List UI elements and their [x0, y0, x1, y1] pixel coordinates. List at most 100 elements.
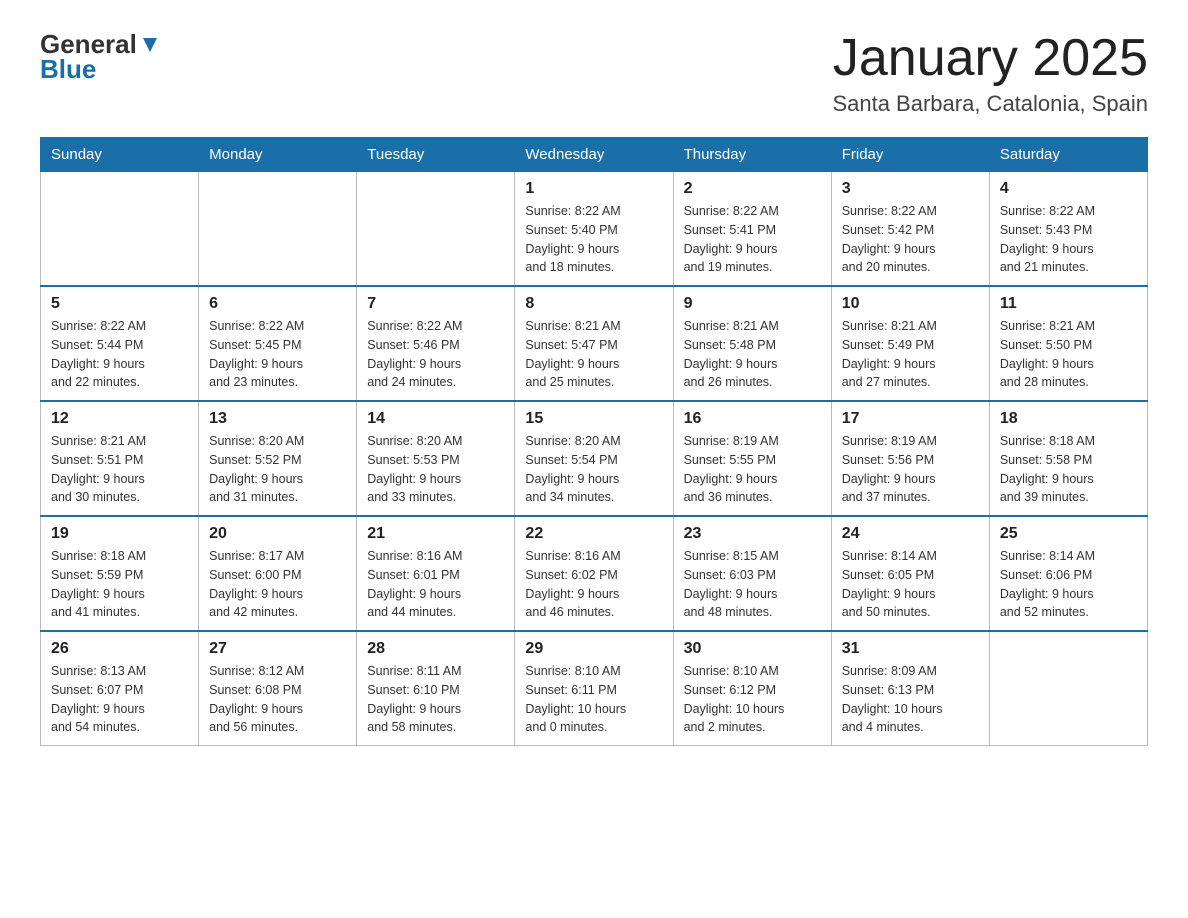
calendar-week-row: 1 Sunrise: 8:22 AM Sunset: 5:40 PM Daylig…: [41, 172, 1148, 287]
day-number: 14: [367, 410, 504, 428]
day-number: 9: [684, 295, 821, 313]
day-info: Sunrise: 8:09 AM Sunset: 6:13 PM Dayligh…: [842, 662, 979, 737]
day-info: Sunrise: 8:22 AM Sunset: 5:46 PM Dayligh…: [367, 317, 504, 392]
calendar-cell: 22 Sunrise: 8:16 AM Sunset: 6:02 PM Dayli…: [515, 516, 673, 631]
calendar-header-saturday: Saturday: [989, 138, 1147, 172]
page-header: General Blue January 2025 Santa Barbara,…: [40, 30, 1148, 117]
day-info: Sunrise: 8:19 AM Sunset: 5:56 PM Dayligh…: [842, 432, 979, 507]
day-number: 4: [1000, 180, 1137, 198]
calendar-cell: 4 Sunrise: 8:22 AM Sunset: 5:43 PM Daylig…: [989, 172, 1147, 287]
calendar-week-row: 5Sunrise: 8:22 AM Sunset: 5:44 PM Daylig…: [41, 286, 1148, 401]
calendar-cell: 20 Sunrise: 8:17 AM Sunset: 6:00 PM Dayli…: [199, 516, 357, 631]
calendar-cell: 9 Sunrise: 8:21 AM Sunset: 5:48 PM Daylig…: [673, 286, 831, 401]
month-title: January 2025: [832, 30, 1148, 87]
day-info: Sunrise: 8:22 AM Sunset: 5:43 PM Dayligh…: [1000, 202, 1137, 277]
calendar-cell: [357, 172, 515, 287]
location-title: Santa Barbara, Catalonia, Spain: [832, 91, 1148, 117]
day-info: Sunrise: 8:21 AM Sunset: 5:51 PM Dayligh…: [51, 432, 188, 507]
day-number: 7: [367, 295, 504, 313]
day-info: Sunrise: 8:21 AM Sunset: 5:47 PM Dayligh…: [525, 317, 662, 392]
calendar-header-row: SundayMondayTuesdayWednesdayThursdayFrid…: [41, 138, 1148, 172]
day-info: Sunrise: 8:18 AM Sunset: 5:59 PM Dayligh…: [51, 547, 188, 622]
calendar-cell: 15 Sunrise: 8:20 AM Sunset: 5:54 PM Dayli…: [515, 401, 673, 516]
day-number: 13: [209, 410, 346, 428]
day-info: Sunrise: 8:22 AM Sunset: 5:45 PM Dayligh…: [209, 317, 346, 392]
calendar-header-monday: Monday: [199, 138, 357, 172]
calendar-cell: 6 Sunrise: 8:22 AM Sunset: 5:45 PM Daylig…: [199, 286, 357, 401]
day-info: Sunrise: 8:11 AM Sunset: 6:10 PM Dayligh…: [367, 662, 504, 737]
day-info: Sunrise: 8:20 AM Sunset: 5:52 PM Dayligh…: [209, 432, 346, 507]
day-number: 21: [367, 525, 504, 543]
calendar-cell: 30 Sunrise: 8:10 AM Sunset: 6:12 PM Dayli…: [673, 631, 831, 746]
day-info: Sunrise: 8:14 AM Sunset: 6:05 PM Dayligh…: [842, 547, 979, 622]
day-info: Sunrise: 8:22 AM Sunset: 5:41 PM Dayligh…: [684, 202, 821, 277]
day-info: Sunrise: 8:10 AM Sunset: 6:11 PM Dayligh…: [525, 662, 662, 737]
day-number: 23: [684, 525, 821, 543]
calendar-cell: 1 Sunrise: 8:22 AM Sunset: 5:40 PM Daylig…: [515, 172, 673, 287]
calendar-header-sunday: Sunday: [41, 138, 199, 172]
calendar-cell: 11 Sunrise: 8:21 AM Sunset: 5:50 PM Dayli…: [989, 286, 1147, 401]
calendar-cell: 23 Sunrise: 8:15 AM Sunset: 6:03 PM Dayli…: [673, 516, 831, 631]
calendar-cell: 5Sunrise: 8:22 AM Sunset: 5:44 PM Daylig…: [41, 286, 199, 401]
day-info: Sunrise: 8:13 AM Sunset: 6:07 PM Dayligh…: [51, 662, 188, 737]
day-number: 27: [209, 640, 346, 658]
calendar-cell: 27 Sunrise: 8:12 AM Sunset: 6:08 PM Dayli…: [199, 631, 357, 746]
day-number: 2: [684, 180, 821, 198]
calendar-cell: 25Sunrise: 8:14 AM Sunset: 6:06 PM Dayli…: [989, 516, 1147, 631]
calendar-cell: 10Sunrise: 8:21 AM Sunset: 5:49 PM Dayli…: [831, 286, 989, 401]
day-info: Sunrise: 8:10 AM Sunset: 6:12 PM Dayligh…: [684, 662, 821, 737]
title-area: January 2025 Santa Barbara, Catalonia, S…: [832, 30, 1148, 117]
day-number: 30: [684, 640, 821, 658]
logo-blue: Blue: [40, 55, 161, 84]
day-info: Sunrise: 8:22 AM Sunset: 5:40 PM Dayligh…: [525, 202, 662, 277]
day-info: Sunrise: 8:14 AM Sunset: 6:06 PM Dayligh…: [1000, 547, 1137, 622]
day-number: 22: [525, 525, 662, 543]
calendar-week-row: 26Sunrise: 8:13 AM Sunset: 6:07 PM Dayli…: [41, 631, 1148, 746]
day-info: Sunrise: 8:20 AM Sunset: 5:54 PM Dayligh…: [525, 432, 662, 507]
day-number: 17: [842, 410, 979, 428]
day-info: Sunrise: 8:12 AM Sunset: 6:08 PM Dayligh…: [209, 662, 346, 737]
calendar-cell: 8 Sunrise: 8:21 AM Sunset: 5:47 PM Daylig…: [515, 286, 673, 401]
calendar-cell: 16Sunrise: 8:19 AM Sunset: 5:55 PM Dayli…: [673, 401, 831, 516]
day-number: 31: [842, 640, 979, 658]
day-number: 3: [842, 180, 979, 198]
calendar-header-tuesday: Tuesday: [357, 138, 515, 172]
day-number: 28: [367, 640, 504, 658]
calendar-cell: 31 Sunrise: 8:09 AM Sunset: 6:13 PM Dayli…: [831, 631, 989, 746]
day-number: 1: [525, 180, 662, 198]
calendar-cell: 7 Sunrise: 8:22 AM Sunset: 5:46 PM Daylig…: [357, 286, 515, 401]
day-info: Sunrise: 8:19 AM Sunset: 5:55 PM Dayligh…: [684, 432, 821, 507]
calendar-cell: 28 Sunrise: 8:11 AM Sunset: 6:10 PM Dayli…: [357, 631, 515, 746]
day-number: 12: [51, 410, 188, 428]
day-info: Sunrise: 8:20 AM Sunset: 5:53 PM Dayligh…: [367, 432, 504, 507]
day-number: 20: [209, 525, 346, 543]
day-number: 6: [209, 295, 346, 313]
calendar-cell: 26Sunrise: 8:13 AM Sunset: 6:07 PM Dayli…: [41, 631, 199, 746]
calendar-cell: [199, 172, 357, 287]
calendar-cell: 21Sunrise: 8:16 AM Sunset: 6:01 PM Dayli…: [357, 516, 515, 631]
day-number: 11: [1000, 295, 1137, 313]
calendar-cell: 18 Sunrise: 8:18 AM Sunset: 5:58 PM Dayli…: [989, 401, 1147, 516]
calendar-cell: 2 Sunrise: 8:22 AM Sunset: 5:41 PM Daylig…: [673, 172, 831, 287]
calendar-cell: 29Sunrise: 8:10 AM Sunset: 6:11 PM Dayli…: [515, 631, 673, 746]
day-number: 19: [51, 525, 188, 543]
calendar-header-wednesday: Wednesday: [515, 138, 673, 172]
calendar-cell: [989, 631, 1147, 746]
day-number: 15: [525, 410, 662, 428]
day-info: Sunrise: 8:21 AM Sunset: 5:50 PM Dayligh…: [1000, 317, 1137, 392]
day-info: Sunrise: 8:21 AM Sunset: 5:49 PM Dayligh…: [842, 317, 979, 392]
calendar-week-row: 19 Sunrise: 8:18 AM Sunset: 5:59 PM Dayli…: [41, 516, 1148, 631]
day-number: 18: [1000, 410, 1137, 428]
day-number: 8: [525, 295, 662, 313]
calendar-week-row: 12 Sunrise: 8:21 AM Sunset: 5:51 PM Dayli…: [41, 401, 1148, 516]
day-info: Sunrise: 8:16 AM Sunset: 6:02 PM Dayligh…: [525, 547, 662, 622]
calendar-header-thursday: Thursday: [673, 138, 831, 172]
day-number: 5: [51, 295, 188, 313]
day-info: Sunrise: 8:18 AM Sunset: 5:58 PM Dayligh…: [1000, 432, 1137, 507]
day-info: Sunrise: 8:17 AM Sunset: 6:00 PM Dayligh…: [209, 547, 346, 622]
day-info: Sunrise: 8:21 AM Sunset: 5:48 PM Dayligh…: [684, 317, 821, 392]
logo-triangle-icon: [139, 34, 161, 56]
day-info: Sunrise: 8:15 AM Sunset: 6:03 PM Dayligh…: [684, 547, 821, 622]
day-number: 24: [842, 525, 979, 543]
calendar-cell: 3Sunrise: 8:22 AM Sunset: 5:42 PM Daylig…: [831, 172, 989, 287]
